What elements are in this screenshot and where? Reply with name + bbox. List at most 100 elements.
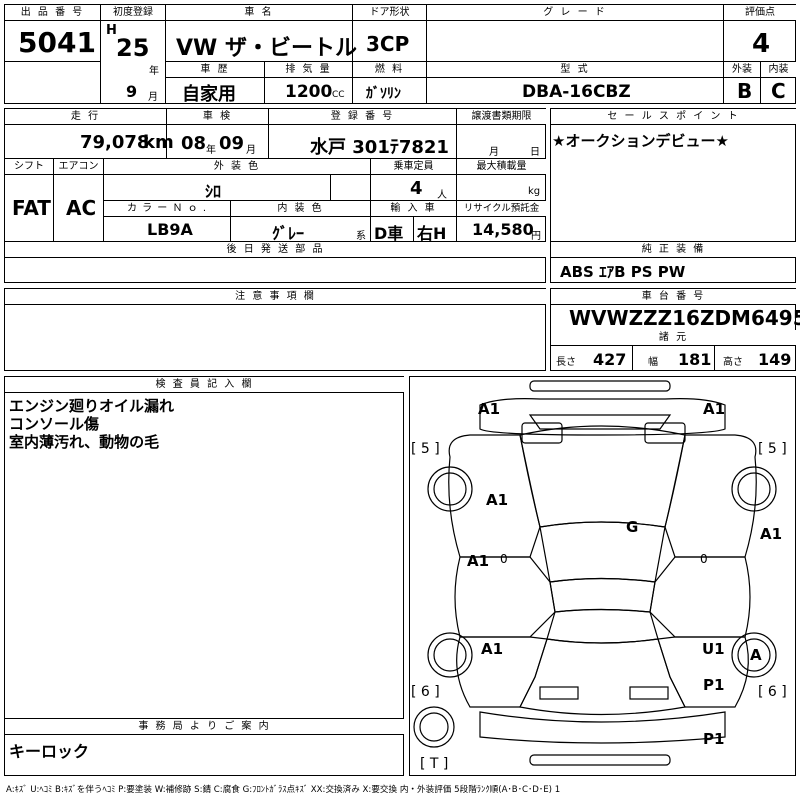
divider xyxy=(4,61,100,62)
front-bumper xyxy=(529,380,671,392)
car-name: VW ザ・ビートル xyxy=(176,36,357,61)
divider xyxy=(330,174,331,200)
displacement: 1200 xyxy=(285,82,333,102)
sales-label: セ ー ル ス ポ イ ン ト xyxy=(551,109,796,124)
mark-wheel-right: A xyxy=(750,646,762,664)
mark-left-rear: A1 xyxy=(481,640,504,658)
first-reg-label: 初度登録 xyxy=(101,5,165,20)
divider xyxy=(4,174,546,175)
import-label: 輸 入 車 xyxy=(371,201,456,216)
divider xyxy=(550,257,796,258)
history-label: 車 歴 xyxy=(166,62,264,77)
recycle-label: リサイクル預託金 xyxy=(457,201,546,216)
mark-rear-p1: P1 xyxy=(703,730,725,748)
mileage: 79,078 xyxy=(80,132,150,153)
tire-fl: [ 5 ] xyxy=(411,441,440,457)
capacity: 4 xyxy=(410,178,423,199)
model: DBA-16CBZ xyxy=(522,82,631,102)
mark-right-front: A1 xyxy=(760,525,783,543)
vin: WVWZZZ16ZDM649569 xyxy=(569,306,800,330)
tire-rl: [ 6 ] xyxy=(411,684,440,700)
mark-front-right: A1 xyxy=(703,400,726,418)
divider xyxy=(4,124,546,125)
int-color-label: 内 装 色 xyxy=(231,201,370,216)
tire-rr: [ 6 ] xyxy=(758,684,787,700)
year-unit: 年 xyxy=(149,66,159,77)
length-label: 長さ xyxy=(556,357,576,368)
wheel-fr-inner xyxy=(737,472,771,506)
legend: A:ｷｽﾞ U:ﾍｺﾐ B:ｷｽﾞを伴うﾍｺﾐ P:要塗装 W:補修跡 S:錆 … xyxy=(6,785,561,795)
ac: AC xyxy=(66,196,97,220)
int-color: ｸﾞﾚｰ xyxy=(272,224,305,243)
later-parts-label: 後 日 発 送 部 品 xyxy=(5,242,546,257)
ext-label: 外装 xyxy=(724,62,760,77)
trunk-lid xyxy=(519,638,686,716)
divider xyxy=(456,108,457,241)
insp-year: 08 xyxy=(181,133,207,154)
displacement-label: 排 気 量 xyxy=(265,62,352,77)
score-label: 評価点 xyxy=(724,5,796,20)
load-label: 最大積載量 xyxy=(457,159,546,174)
divider xyxy=(4,257,546,258)
fuel: ｶﾞｿﾘﾝ xyxy=(366,86,401,102)
mark-left-fender: A1 xyxy=(486,491,509,509)
divider xyxy=(165,77,796,78)
mark-p1: P1 xyxy=(703,676,725,694)
int-grade: C xyxy=(771,79,786,103)
month-unit: 月 xyxy=(148,92,158,103)
inspector-line: 室内薄汚れ、動物の毛 xyxy=(9,433,160,451)
car-diagram xyxy=(409,376,796,776)
plate-label: 登 録 番 号 xyxy=(269,109,456,124)
divider xyxy=(632,345,633,371)
equip-label: 純 正 装 備 xyxy=(551,242,796,257)
hood xyxy=(519,425,686,528)
load-unit: kg xyxy=(528,186,541,197)
model-label: 型 式 xyxy=(427,62,723,77)
mark-left-door: A1 xyxy=(467,552,490,570)
divider xyxy=(550,304,796,305)
capacity-label: 乗車定員 xyxy=(371,159,456,174)
mark-front-left: A1 xyxy=(478,400,501,418)
front-light-right xyxy=(644,422,686,444)
mark-u1: U1 xyxy=(702,640,725,658)
divider xyxy=(4,734,404,735)
notes-label: 注 意 事 項 欄 xyxy=(5,289,546,304)
windshield xyxy=(539,521,666,583)
inspector-label: 検 査 員 記 入 欄 xyxy=(5,377,404,392)
shift-label: シフト xyxy=(5,159,53,174)
rear-window xyxy=(546,608,659,644)
mark-zero-right: 0 xyxy=(700,552,708,566)
rear-bumper-bottom xyxy=(529,754,671,766)
sales-text: ★オークションデビュー★ xyxy=(552,132,729,150)
right-front-panel xyxy=(664,434,757,558)
inspection-label: 車 検 xyxy=(167,109,268,124)
equip: ABS ｴｱB PS PW xyxy=(560,263,686,281)
fuel-label: 燃 料 xyxy=(353,62,426,77)
spare-tire-inner xyxy=(419,712,449,742)
divider xyxy=(103,216,546,217)
grade-label: グ レ ー ド xyxy=(427,5,723,20)
height-label: 高さ xyxy=(723,357,743,368)
insp-month-unit: 月 xyxy=(246,145,256,156)
rear-light-left xyxy=(539,686,579,700)
int-label: 内装 xyxy=(761,62,796,77)
trunk-mark: [ T ] xyxy=(420,756,449,772)
right-door xyxy=(649,556,751,638)
wheel-rl-inner xyxy=(433,638,467,672)
car-outline xyxy=(413,380,777,766)
color: ｼﾛ xyxy=(205,182,222,201)
divider xyxy=(550,345,796,346)
spec-label: 諸 元 xyxy=(551,330,796,345)
ext-grade: B xyxy=(737,79,753,103)
displacement-unit: CC xyxy=(332,90,345,100)
mileage-unit: km xyxy=(143,132,174,153)
transfer-label: 譲渡書類期限 xyxy=(457,109,546,124)
divider xyxy=(550,124,796,125)
office-text: キーロック xyxy=(9,742,90,761)
divider xyxy=(413,216,414,241)
door-label: ドア形状 xyxy=(353,5,426,20)
steering: 右H xyxy=(417,224,447,243)
vin-label: 車 台 番 号 xyxy=(551,289,796,304)
ac-label: エアコン xyxy=(54,159,103,174)
color-no-label: カ ラ ー Ｎ ｏ . xyxy=(104,201,230,216)
